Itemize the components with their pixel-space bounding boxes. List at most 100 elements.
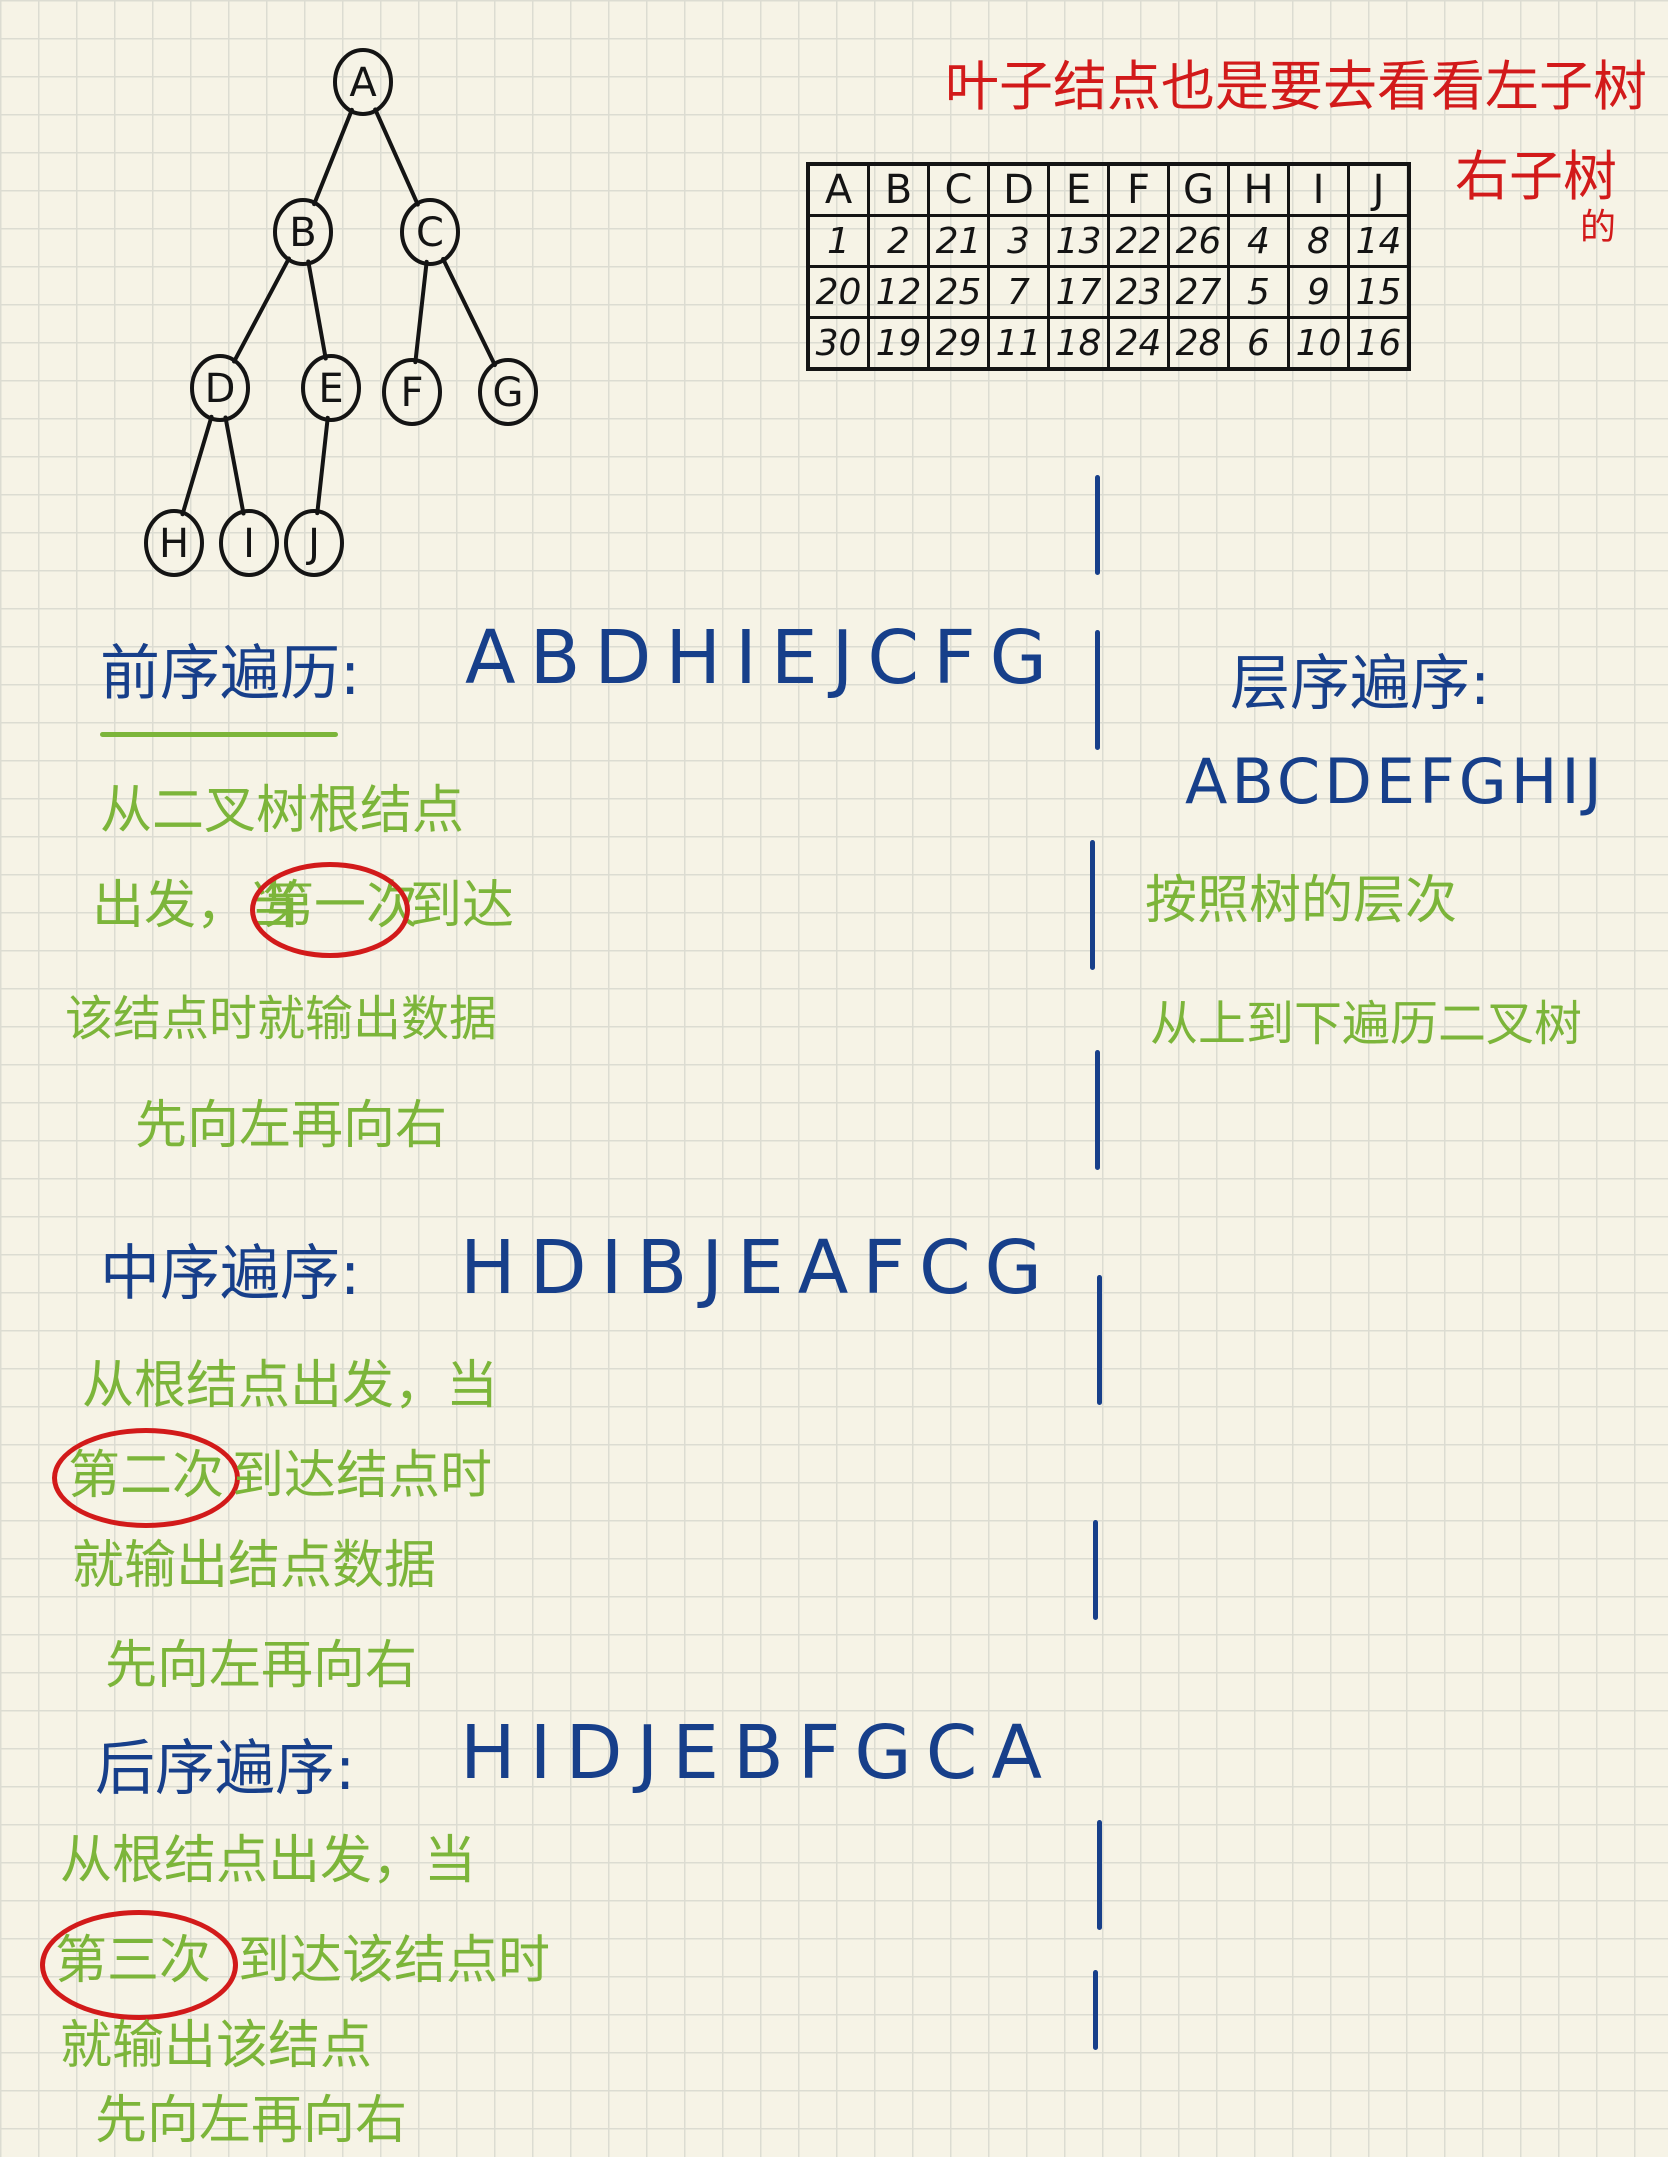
inorder-note-3: 就输出结点数据 bbox=[72, 1536, 437, 1596]
table-header-cell: E bbox=[1047, 162, 1110, 217]
table-cell: 16 bbox=[1347, 316, 1411, 371]
tree-node-b: B bbox=[273, 198, 333, 266]
divider-segment bbox=[1095, 1050, 1100, 1170]
table-cell: 6 bbox=[1227, 316, 1290, 371]
table-header-cell: G bbox=[1167, 162, 1230, 217]
inorder-note-2: 到达结点时 bbox=[232, 1446, 493, 1506]
levelorder-note-2: 从上到下遍历二叉树 bbox=[1150, 996, 1583, 1052]
tree-edge bbox=[413, 259, 429, 365]
tree-node-j: J bbox=[284, 509, 344, 577]
tree-node-label: A bbox=[349, 60, 377, 106]
table-cell: 28 bbox=[1167, 316, 1230, 371]
postorder-note-2: 到达该结点时 bbox=[238, 1931, 551, 1991]
table-cell: 1 bbox=[806, 214, 870, 268]
table-header-cell: B bbox=[867, 162, 930, 217]
tree-node-f: F bbox=[382, 358, 442, 426]
table-cell: 22 bbox=[1107, 214, 1170, 268]
visit-order-table: A B C D E F G H I J 1 2 21 3 13 22 26 4 … bbox=[806, 162, 1411, 371]
table-cell: 17 bbox=[1047, 265, 1110, 319]
table-row: 20 12 25 7 17 23 27 5 9 15 bbox=[806, 265, 1411, 319]
table-header-cell: A bbox=[806, 162, 870, 217]
tree-edge bbox=[315, 415, 330, 516]
preorder-note-3: 到达 bbox=[410, 876, 515, 936]
table-header-cell: D bbox=[987, 162, 1050, 217]
tree-node-label: C bbox=[416, 210, 444, 256]
table-cell: 4 bbox=[1227, 214, 1290, 268]
table-cell: 27 bbox=[1167, 265, 1230, 319]
tree-node-i: I bbox=[219, 509, 279, 577]
postorder-heading: 后序遍序: bbox=[95, 1734, 356, 1804]
divider-segment bbox=[1097, 1275, 1102, 1405]
preorder-note-1: 从二叉树根结点 bbox=[100, 781, 465, 841]
preorder-heading-underline bbox=[100, 732, 338, 737]
highlight-circle bbox=[52, 1428, 240, 1528]
table-header-cell: H bbox=[1227, 162, 1290, 217]
table-row: 30 19 29 11 18 24 28 6 10 16 bbox=[806, 316, 1411, 371]
tree-edge bbox=[441, 256, 497, 368]
divider-segment bbox=[1095, 475, 1100, 575]
table-cell: 11 bbox=[987, 316, 1050, 371]
inorder-note-4: 先向左再向右 bbox=[105, 1636, 418, 1696]
divider-segment bbox=[1097, 1820, 1102, 1930]
highlight-circle bbox=[40, 1910, 238, 2020]
tree-node-label: I bbox=[243, 521, 255, 567]
table-cell: 25 bbox=[927, 265, 990, 319]
tree-node-label: J bbox=[305, 521, 320, 567]
tree-edge bbox=[180, 414, 214, 517]
postorder-note-1: 从根结点出发，当 bbox=[60, 1831, 477, 1891]
table-cell: 26 bbox=[1167, 214, 1230, 268]
table-cell: 10 bbox=[1287, 316, 1350, 371]
red-note-line1: 叶子结点也是要去看看左子树 bbox=[945, 55, 1647, 118]
tree-node-a: A bbox=[333, 48, 393, 116]
red-note-line2: 右子树 bbox=[1455, 145, 1617, 208]
table-cell: 2 bbox=[867, 214, 930, 268]
table-header-cell: J bbox=[1347, 162, 1411, 217]
table-cell: 13 bbox=[1047, 214, 1110, 268]
table-cell: 23 bbox=[1107, 265, 1170, 319]
table-cell: 19 bbox=[867, 316, 930, 371]
table-cell: 21 bbox=[927, 214, 990, 268]
tree-node-label: E bbox=[318, 366, 343, 412]
table-cell: 20 bbox=[806, 265, 870, 319]
levelorder-heading: 层序遍序: bbox=[1230, 649, 1491, 719]
tree-node-d: D bbox=[190, 354, 250, 422]
divider-segment bbox=[1093, 1520, 1098, 1620]
table-cell: 12 bbox=[867, 265, 930, 319]
binary-tree-diagram: A B C D E F G H I J bbox=[144, 48, 538, 577]
table-cell: 5 bbox=[1227, 265, 1290, 319]
tree-edge bbox=[312, 107, 354, 207]
table-cell: 7 bbox=[987, 265, 1050, 319]
highlight-circle bbox=[250, 862, 410, 958]
red-note-line3: 的 bbox=[1580, 207, 1617, 248]
table-cell: 8 bbox=[1287, 214, 1350, 268]
inorder-note-1: 从根结点出发，当 bbox=[82, 1356, 499, 1416]
preorder-heading: 前序遍历: bbox=[100, 639, 361, 709]
levelorder-note-1: 按照树的层次 bbox=[1145, 871, 1458, 931]
tree-edge bbox=[232, 256, 291, 364]
preorder-note-4: 该结点时就输出数据 bbox=[65, 991, 498, 1047]
inorder-sequence: HDIBJEAFCG bbox=[460, 1225, 1056, 1311]
levelorder-sequence: ABCDEFGHIJ bbox=[1185, 745, 1606, 818]
table-cell: 14 bbox=[1347, 214, 1411, 268]
tree-node-label: F bbox=[400, 370, 423, 416]
postorder-note-4: 先向左再向右 bbox=[95, 2091, 408, 2151]
table-header-row: A B C D E F G H I J bbox=[806, 162, 1411, 217]
tree-node-c: C bbox=[400, 198, 460, 266]
table-cell: 15 bbox=[1347, 265, 1411, 319]
preorder-note-5: 先向左再向右 bbox=[135, 1096, 448, 1156]
tree-node-label: G bbox=[493, 370, 524, 416]
postorder-note-3: 就输出该结点 bbox=[60, 2016, 373, 2076]
table-row: 1 2 21 3 13 22 26 4 8 14 bbox=[806, 214, 1411, 268]
table-cell: 29 bbox=[927, 316, 990, 371]
tree-node-g: G bbox=[478, 358, 538, 426]
table-cell: 9 bbox=[1287, 265, 1350, 319]
divider-segment bbox=[1095, 630, 1100, 750]
tree-node-label: H bbox=[159, 521, 189, 567]
divider-segment bbox=[1090, 840, 1095, 970]
tree-node-label: B bbox=[289, 210, 316, 256]
postorder-sequence: HIDJEBFGCA bbox=[460, 1710, 1056, 1796]
table-header-cell: F bbox=[1107, 162, 1170, 217]
tree-edge bbox=[306, 259, 328, 361]
table-cell: 18 bbox=[1047, 316, 1110, 371]
tree-edge bbox=[223, 415, 246, 516]
